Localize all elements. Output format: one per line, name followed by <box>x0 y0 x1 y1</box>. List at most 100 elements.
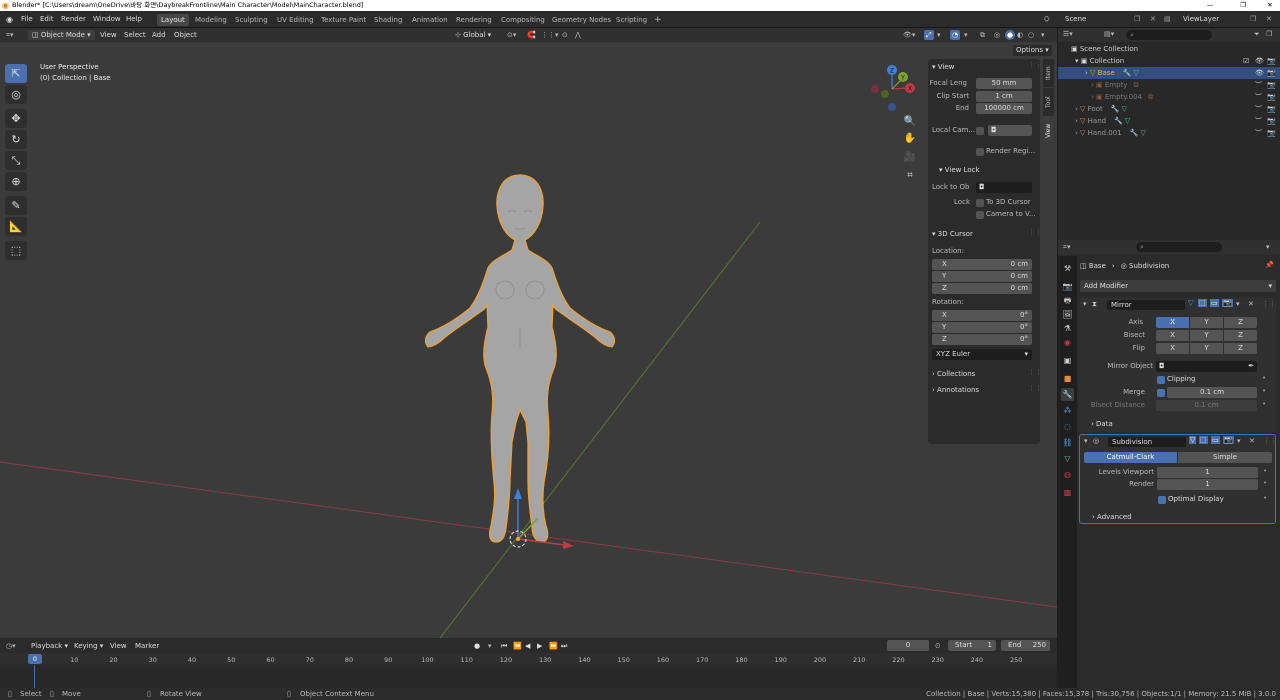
clip-end-field[interactable]: 100000 cm <box>976 103 1032 114</box>
camera-icon[interactable]: 📷 <box>1267 55 1276 67</box>
rotate-tool-icon[interactable]: ↻ <box>5 130 27 149</box>
sidebar-tab-view[interactable]: View <box>1043 117 1054 145</box>
remove-modifier-icon[interactable]: ✕ <box>1248 300 1254 308</box>
proportional-edit-icon[interactable]: ⊙ <box>562 30 568 40</box>
subdivision-name-field[interactable]: Subdivision <box>1108 437 1186 447</box>
add-workspace-button[interactable]: + <box>650 14 666 26</box>
data-tab-icon[interactable]: ▽ <box>1061 452 1074 465</box>
cage-toggle-icon[interactable]: ⬚ <box>1198 299 1207 307</box>
outliner-row-collection[interactable]: ▾ ▣ Collection ☑ 👁 📷 <box>1058 55 1280 67</box>
play-icon[interactable]: ▶ <box>537 641 542 651</box>
render-region-checkbox[interactable] <box>976 148 984 156</box>
jump-start-icon[interactable]: ⏮ <box>501 641 507 651</box>
jump-keyframe-forward-icon[interactable]: ⏩ <box>549 641 558 651</box>
advanced-section-header[interactable]: › Advanced <box>1092 512 1132 523</box>
scale-tool-icon[interactable]: ⤡ <box>5 151 27 170</box>
keyframe-dot-icon[interactable]: • <box>1263 467 1267 475</box>
axis-x-toggle[interactable]: X <box>1156 317 1189 328</box>
select-box-tool-icon[interactable]: ⇱ <box>5 64 27 83</box>
menu-timeline-view[interactable]: View <box>110 641 127 651</box>
flip-x-toggle[interactable]: X <box>1156 343 1189 354</box>
outliner-row-hand[interactable]: › ▽ Hand 🔧 ▽ ︶ 📷 <box>1058 115 1280 127</box>
jump-keyframe-back-icon[interactable]: ⏪ <box>513 641 522 651</box>
local-camera-field[interactable]: ◘ <box>988 125 1032 136</box>
merge-checkbox[interactable] <box>1157 389 1165 397</box>
camera-icon[interactable]: 📷 <box>1267 103 1276 115</box>
lock-to-cursor-checkbox[interactable] <box>976 199 984 207</box>
physics-tab-icon[interactable]: ◌ <box>1061 420 1074 433</box>
data-section-header[interactable]: › Data <box>1091 419 1113 430</box>
location-y-field[interactable]: Y 0 cm <box>932 271 1032 282</box>
add-modifier-button[interactable]: Add Modifier ▾ <box>1080 280 1276 292</box>
chevron-down-icon[interactable]: ▾ <box>1083 300 1087 308</box>
viewlayer-copy-icon[interactable]: ❐ <box>1250 14 1256 25</box>
eye-icon[interactable]: 👁 <box>1255 55 1264 67</box>
transform-tool-icon[interactable]: ⊕ <box>5 172 27 191</box>
output-tab-icon[interactable]: 🖶 <box>1061 294 1074 307</box>
edit-mode-toggle-icon[interactable]: ▽ <box>1188 299 1193 307</box>
menu-select[interactable]: Select <box>124 30 146 40</box>
menu-keying[interactable]: Keying ▾ <box>74 641 103 651</box>
tab-layout[interactable]: Layout <box>157 14 189 26</box>
play-reverse-icon[interactable]: ◀ <box>525 641 530 651</box>
bisect-x-toggle[interactable]: X <box>1156 330 1189 341</box>
maximize-icon[interactable]: ❐ <box>1233 0 1253 11</box>
hidden-eye-icon[interactable]: ︶ <box>1255 103 1262 115</box>
viewport-toggle-icon[interactable]: ▭ <box>1211 436 1220 444</box>
rotation-mode-dropdown[interactable]: XYZ Euler ▾ <box>932 349 1032 360</box>
visibility-icon[interactable]: 👁▾ <box>903 30 915 40</box>
tab-sculpting[interactable]: Sculpting <box>231 14 272 26</box>
view-lock-section-header[interactable]: ▾ View Lock <box>939 164 980 176</box>
scene-selector[interactable]: Scene <box>1065 14 1086 25</box>
properties-options-icon[interactable]: ▾ <box>1266 243 1270 251</box>
render-toggle-icon[interactable]: 📷 <box>1223 436 1234 444</box>
measure-tool-icon[interactable]: 📐 <box>5 217 27 236</box>
move-tool-icon[interactable]: ✥ <box>5 109 27 128</box>
menu-marker[interactable]: Marker <box>135 641 159 651</box>
outliner-row-empty-004[interactable]: › ▣ Empty.004 ⧉ ︶ 📷 <box>1058 91 1280 103</box>
keyframe-dot-icon[interactable]: • <box>1262 387 1266 395</box>
camera-icon[interactable]: 📷 <box>1267 91 1276 103</box>
outliner-row-hand-001[interactable]: › ▽ Hand.001 🔧 ▽ ︶ 📷 <box>1058 127 1280 139</box>
pivot-point-icon[interactable]: ⊙▾ <box>507 30 516 40</box>
tab-rendering[interactable]: Rendering <box>452 14 496 26</box>
menu-object[interactable]: Object <box>174 30 197 40</box>
drag-handle-icon[interactable]: ⋮⋮ <box>1028 61 1042 69</box>
modifier-menu-icon[interactable]: ▾ <box>1236 300 1240 308</box>
material-shading-icon[interactable]: ◐ <box>1017 30 1023 40</box>
on-cage-toggle-icon[interactable]: ▽ <box>1189 436 1197 444</box>
texture-tab-icon[interactable]: ▩ <box>1061 486 1074 499</box>
navigation-gizmo[interactable]: Z X Y <box>866 62 918 114</box>
menu-render[interactable]: Render <box>61 14 86 25</box>
current-frame-field[interactable]: 0 <box>887 640 929 651</box>
keyframe-dot-icon[interactable]: • <box>1262 374 1266 382</box>
ortho-toggle-icon[interactable]: ⌗ <box>901 168 919 184</box>
rotation-x-field[interactable]: X 0° <box>932 310 1032 321</box>
tab-modeling[interactable]: Modeling <box>191 14 231 26</box>
keyframe-dot-icon[interactable]: • <box>1263 494 1267 502</box>
clip-start-field[interactable]: 1 cm <box>976 91 1032 102</box>
rotation-y-field[interactable]: Y 0° <box>932 322 1032 333</box>
view-layer-tab-icon[interactable]: 🖼 <box>1061 308 1074 321</box>
flip-z-toggle[interactable]: Z <box>1224 343 1257 354</box>
chevron-down-icon[interactable]: ▾ <box>1084 437 1088 445</box>
menu-add[interactable]: Add <box>152 30 166 40</box>
render-toggle-icon[interactable]: 📷 <box>1222 299 1233 307</box>
annotate-tool-icon[interactable]: ✎ <box>5 196 27 215</box>
hidden-eye-icon[interactable]: ︶ <box>1255 115 1262 127</box>
outliner-search-input[interactable]: ⌕ <box>1126 30 1212 40</box>
menu-file[interactable]: File <box>21 14 33 25</box>
end-frame-field[interactable]: End 250 <box>1001 640 1050 651</box>
flip-y-toggle[interactable]: Y <box>1190 343 1223 354</box>
sidebar-tab-item[interactable]: Item <box>1043 59 1054 87</box>
properties-editor-icon[interactable]: ⌗▾ <box>1063 243 1070 252</box>
outliner-row-empty[interactable]: › ▣ Empty ⧉ ︶ 📷 <box>1058 79 1280 91</box>
filter-icon[interactable]: ⏷ <box>1254 30 1260 39</box>
scene-remove-icon[interactable]: ✕ <box>1150 14 1156 25</box>
timeline-editor-icon[interactable]: ◷▾ <box>6 641 16 651</box>
snap-target-icon[interactable]: ⋮⋮▾ <box>541 30 559 40</box>
timeline-ruler[interactable]: 0 10 20 30 40 50 60 70 80 90 100 110 120 130 140 150 16… <box>0 653 1057 665</box>
menu-edit[interactable]: Edit <box>40 14 54 25</box>
clipping-checkbox[interactable] <box>1157 376 1165 384</box>
overlays-toggle-icon[interactable]: ◔ <box>950 30 961 40</box>
